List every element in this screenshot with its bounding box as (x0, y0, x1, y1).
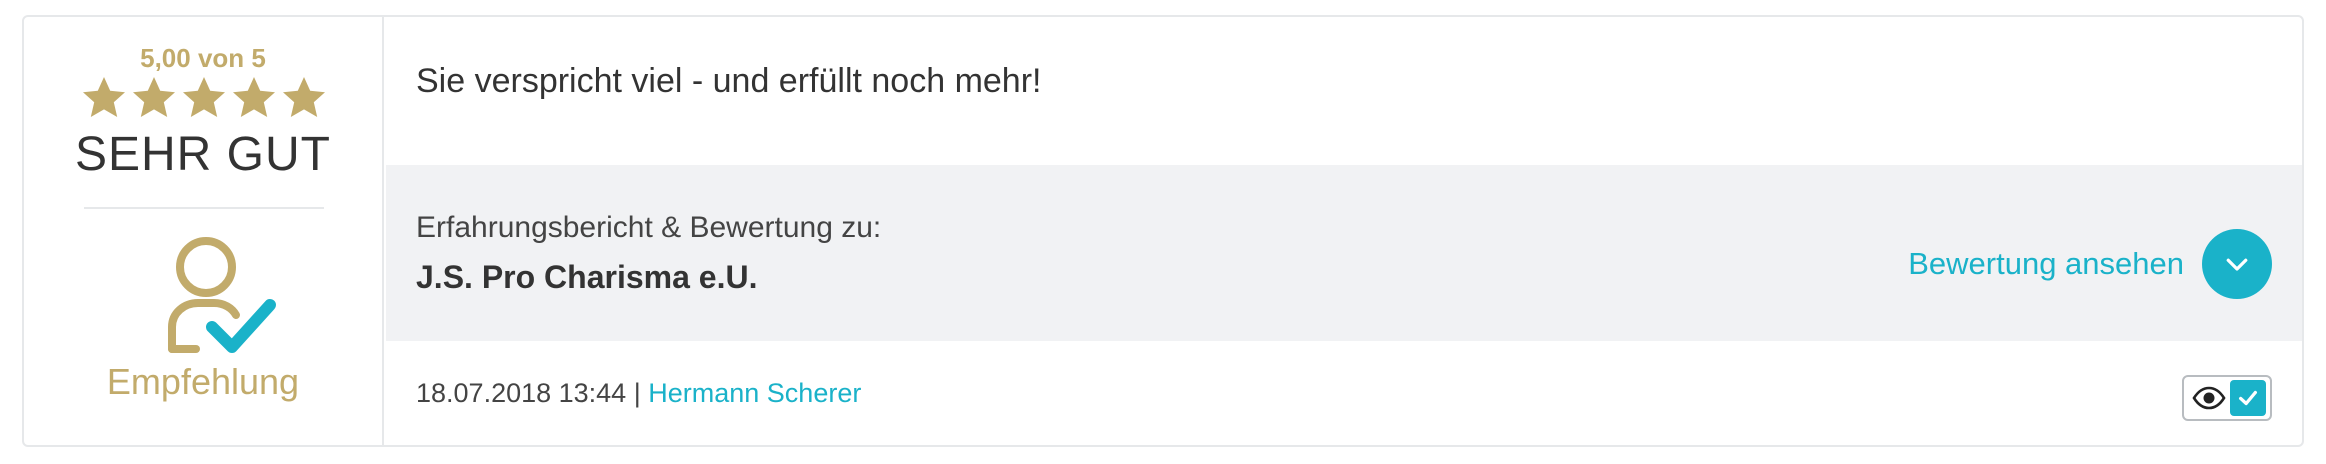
subject-name: J.S. Pro Charisma e.U. (416, 259, 758, 295)
review-meta-row: 18.07.2018 13:44 | Hermann Scherer (386, 341, 2302, 445)
star-icon (130, 74, 178, 126)
view-review-button[interactable] (2202, 229, 2272, 299)
rating-panel: 5,00 von 5 SEHR GUT Empfehlung (24, 17, 384, 445)
review-title-row: Sie verspricht viel - und erfüllt noch m… (386, 17, 2302, 165)
review-title: Sie verspricht viel - und erfüllt noch m… (416, 62, 1042, 100)
star-icon (280, 74, 328, 126)
divider (84, 207, 324, 209)
rating-score: 5,00 von 5 (140, 43, 266, 73)
recommendation-label: Empfehlung (106, 361, 300, 402)
rating-label: SEHR GUT (74, 128, 331, 181)
chevron-down-icon (2222, 249, 2252, 279)
review-meta: 18.07.2018 13:44 | Hermann Scherer (416, 378, 861, 409)
review-content: Sie verspricht viel - und erfüllt noch m… (386, 17, 2302, 445)
view-review-link[interactable]: Bewertung ansehen (1908, 246, 2184, 282)
check-icon (2230, 380, 2266, 416)
user-check-icon (166, 231, 278, 371)
meta-separator: | (633, 378, 641, 408)
review-datetime: 18.07.2018 13:44 (416, 378, 627, 408)
subject-intro: Erfahrungsbericht & Bewertung zu: (416, 211, 882, 244)
star-icon (230, 74, 278, 126)
verified-badge (2182, 375, 2272, 421)
review-subject-row: Erfahrungsbericht & Bewertung zu: J.S. P… (386, 165, 2302, 341)
star-rating (80, 74, 328, 126)
star-icon (80, 74, 128, 126)
review-card: 5,00 von 5 SEHR GUT Empfehlung Sie versp… (22, 15, 2304, 447)
review-author-link[interactable]: Hermann Scherer (648, 378, 861, 408)
star-icon (180, 74, 228, 126)
eye-icon (2192, 386, 2226, 410)
